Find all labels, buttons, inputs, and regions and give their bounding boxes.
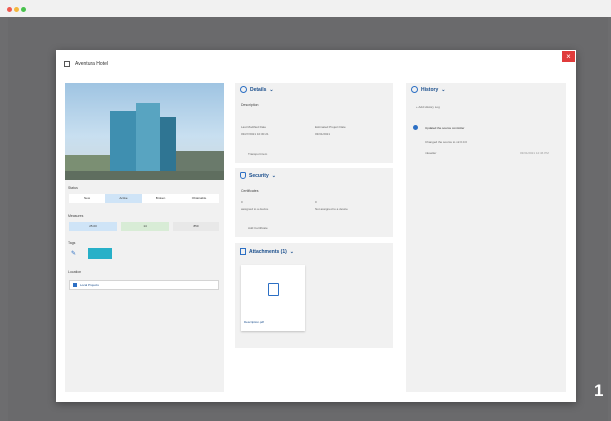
shield-icon (240, 172, 246, 179)
minimize-dot[interactable] (14, 7, 19, 12)
chevron-down-icon: ⌄ (289, 248, 294, 255)
add-certificate-link[interactable]: Add Certificate (248, 226, 268, 230)
status-active[interactable]: Active (105, 194, 142, 203)
measures-label: Measures (68, 214, 84, 218)
details-title: Details (250, 86, 267, 93)
title-bar (0, 0, 611, 17)
details-description-label: Description (241, 103, 259, 107)
certificates-label: Certificates (241, 189, 259, 193)
hotel-building-illustration (65, 103, 224, 180)
history-entry-icon (413, 125, 418, 130)
building-icon (64, 61, 70, 67)
add-history-log-label: Add History Log (418, 105, 440, 109)
tags-label: Tags (68, 241, 76, 245)
status-label: Status (68, 186, 78, 190)
hotel-image (65, 83, 224, 180)
status-broken[interactable]: Broken (142, 194, 179, 203)
history-entry-title: Updated the source controller (425, 126, 465, 130)
estimated-date-value: 03/31/2021 (315, 132, 331, 136)
unassigned-caption: Not assigned to a device (315, 207, 348, 211)
history-header[interactable]: History ⌄ (411, 86, 445, 93)
location-icon (73, 283, 77, 287)
details-card (235, 83, 393, 163)
attachment-filename: Description.pdf (244, 320, 265, 324)
figure-number: 1 (594, 381, 604, 400)
measure-1[interactable]: 25.00 (69, 222, 117, 231)
chevron-down-icon: ⌄ (441, 86, 446, 93)
dialog-title-text: Aventura Hotel (75, 61, 108, 67)
document-icon (240, 248, 246, 255)
tag-swatch[interactable] (88, 248, 112, 259)
status-new[interactable]: New (69, 194, 105, 203)
info-icon (240, 86, 247, 93)
location-label: Location (68, 270, 82, 274)
close-button[interactable]: × (562, 51, 575, 62)
measure-3[interactable]: 850 (173, 222, 219, 231)
status-obtainable[interactable]: Obtainable (179, 194, 219, 203)
close-dot[interactable] (7, 7, 12, 12)
assigned-count: 0 (241, 200, 243, 204)
pdf-file-icon (268, 283, 279, 296)
attachment-tile[interactable]: Description.pdf (241, 265, 305, 331)
security-header[interactable]: Security ⌄ (240, 172, 276, 179)
history-entry-user: mkoeller (425, 151, 437, 155)
maximize-dot[interactable] (21, 7, 26, 12)
estimated-date-label: Estimated Project Date (315, 125, 346, 129)
add-history-log-link[interactable]: + Add History Log (416, 105, 440, 109)
measure-2[interactable]: 14 (121, 222, 169, 231)
history-entry-time: 03/31/2021 12:46 PM (520, 151, 549, 155)
history-entry-line: Changed the source to v2.0.0.0 (425, 140, 467, 144)
last-modified-label: Last Modified Date (241, 125, 267, 129)
location-field[interactable]: Local Projects (69, 280, 219, 290)
clock-icon (411, 86, 418, 93)
chevron-down-icon: ⌄ (269, 86, 274, 93)
chevron-down-icon: ⌄ (271, 172, 276, 179)
history-title: History (421, 86, 439, 93)
details-header[interactable]: Details ⌄ (240, 86, 274, 93)
security-title: Security (249, 172, 269, 179)
assigned-caption: assigned to a device (241, 207, 269, 211)
unassigned-count: 0 (315, 200, 317, 204)
transport-item-link[interactable]: Transport item (248, 152, 267, 156)
attachments-header[interactable]: Attachments (1) ⌄ (240, 248, 294, 255)
attachments-title: Attachments (1) (249, 248, 287, 255)
location-value: Local Projects (80, 283, 99, 287)
last-modified-value: 03/27/2021 10:30:21 (241, 132, 269, 136)
pencil-icon[interactable]: ✎ (71, 250, 80, 259)
dialog-title: Aventura Hotel (64, 58, 108, 70)
